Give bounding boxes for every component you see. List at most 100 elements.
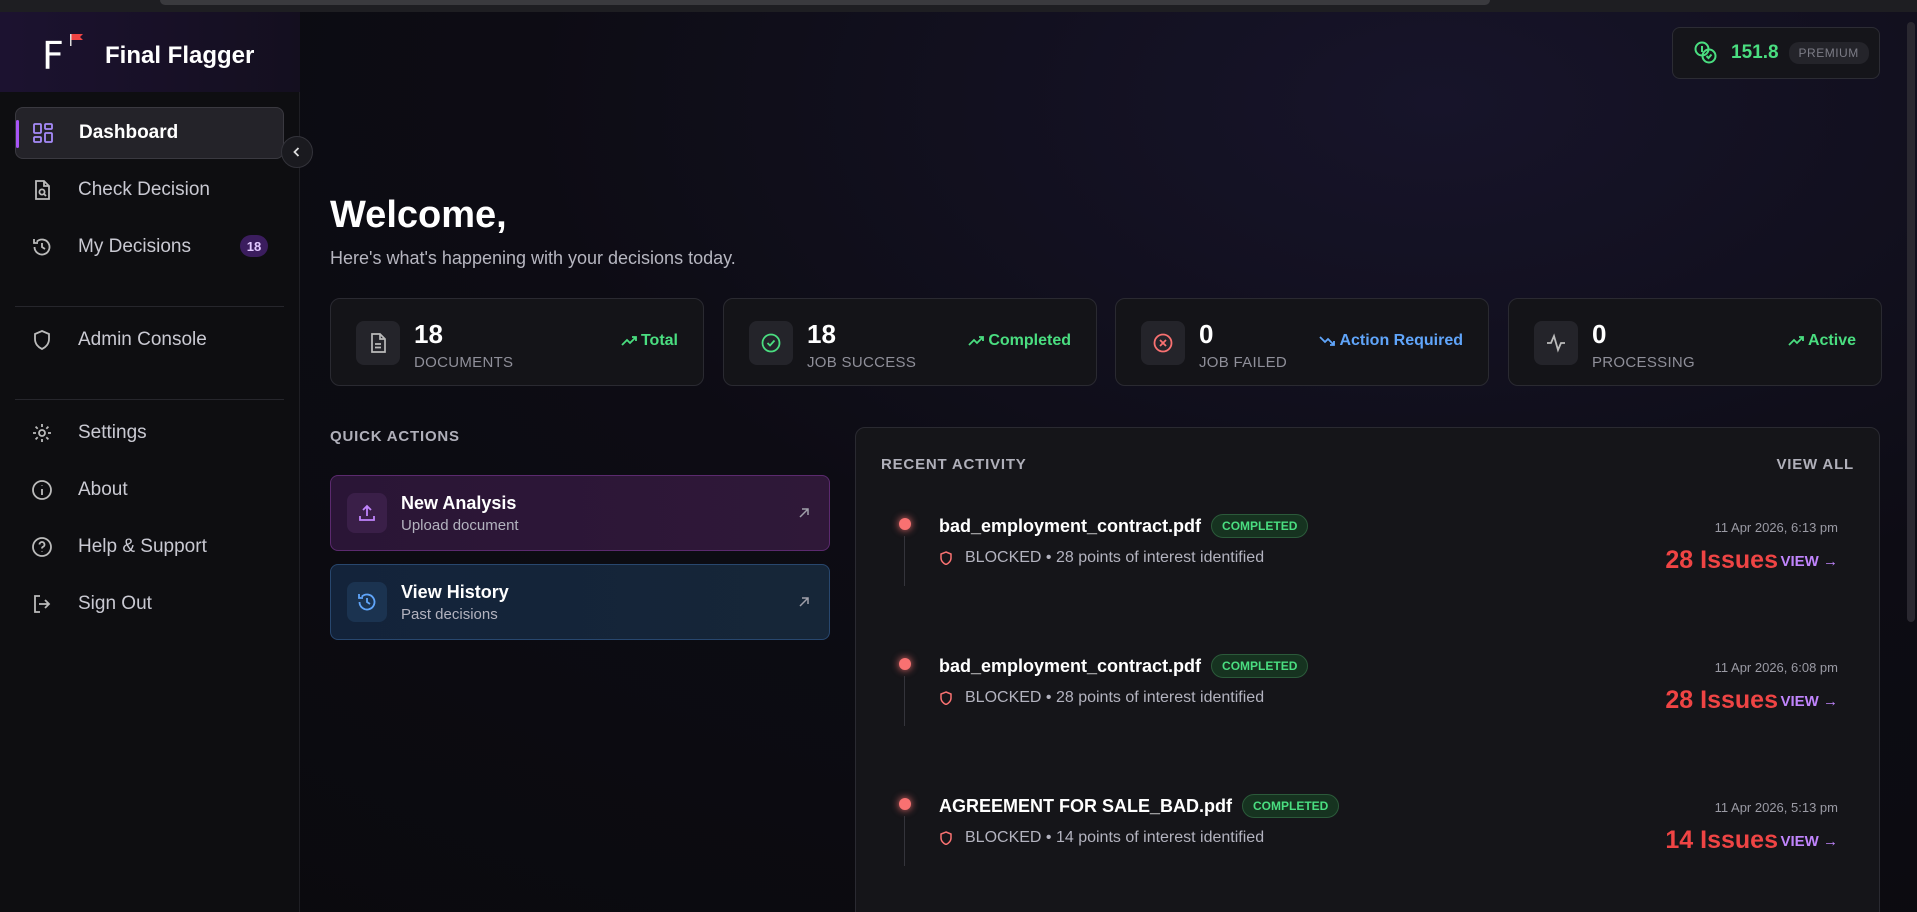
stat-card-job-failed: 0 JOB FAILED Action Required xyxy=(1115,298,1489,386)
activity-item[interactable]: bad_employment_contract.pdf COMPLETED BLO… xyxy=(881,646,1856,786)
check-circle-icon xyxy=(749,321,793,365)
recent-activity-title: RECENT ACTIVITY xyxy=(881,456,1027,473)
timeline-line xyxy=(904,676,905,726)
status-dot xyxy=(899,658,911,670)
sign-out-icon xyxy=(29,591,55,617)
flag-icon xyxy=(70,34,83,46)
sidebar-item-about[interactable]: About xyxy=(15,464,284,516)
view-all-link[interactable]: VIEW ALL xyxy=(1776,456,1854,473)
activity-file: AGREEMENT FOR SALE_BAD.pdf COMPLETED xyxy=(939,794,1340,818)
sidebar-item-label: Admin Console xyxy=(78,329,207,350)
issue-count: 14 Issues xyxy=(1665,826,1778,854)
sidebar-item-label: About xyxy=(78,479,128,500)
activity-item[interactable]: bad_employment_contract.pdf COMPLETED BLO… xyxy=(881,506,1856,646)
stat-caption: JOB SUCCESS xyxy=(807,354,917,371)
stat-trend-label: Completed xyxy=(988,332,1071,349)
sidebar-item-my-decisions[interactable]: My Decisions 18 xyxy=(15,221,284,273)
stat-trend: Completed xyxy=(968,332,1071,350)
quick-action-title: New Analysis xyxy=(401,492,517,513)
dashboard-icon xyxy=(30,120,56,146)
quick-action-subtitle: Past decisions xyxy=(401,605,498,623)
activity-file-name: bad_employment_contract.pdf xyxy=(939,516,1202,536)
timeline-line xyxy=(904,536,905,586)
file-search-icon xyxy=(29,177,55,203)
history-icon xyxy=(29,234,55,260)
activity-file-name: bad_employment_contract.pdf xyxy=(939,656,1202,676)
sidebar-item-label: Sign Out xyxy=(78,593,152,614)
sidebar-item-check-decision[interactable]: Check Decision xyxy=(15,164,284,216)
sidebar-item-label: My Decisions xyxy=(78,236,191,257)
page-subtitle: Here's what's happening with your decisi… xyxy=(330,248,736,268)
status-dot xyxy=(899,518,911,530)
sidebar-item-label: Settings xyxy=(78,422,147,443)
activity-meta: BLOCKED • 28 points of interest identifi… xyxy=(939,549,1264,567)
sidebar-item-label: Check Decision xyxy=(78,179,210,200)
activity-meta: BLOCKED • 14 points of interest identifi… xyxy=(939,829,1264,847)
info-icon xyxy=(29,477,55,503)
page-scrollbar[interactable] xyxy=(1907,22,1915,622)
stat-value: 18 xyxy=(414,319,443,349)
issue-count: 28 Issues xyxy=(1665,546,1778,574)
browser-tab-bar xyxy=(160,0,1490,5)
sidebar-item-label: Help & Support xyxy=(78,536,207,557)
activity-icon xyxy=(1534,321,1578,365)
document-icon xyxy=(356,321,400,365)
sidebar-item-settings[interactable]: Settings xyxy=(15,407,284,459)
trending-up-icon xyxy=(621,336,637,346)
quick-action-subtitle: Upload document xyxy=(401,516,519,534)
activity-meta-text: BLOCKED • 28 points of interest identifi… xyxy=(965,689,1265,706)
stat-trend-label: Active xyxy=(1807,332,1856,349)
status-badge: COMPLETED xyxy=(1211,514,1309,538)
logo-letter: F xyxy=(42,34,64,78)
stat-card-processing: 0 PROCESSING Active xyxy=(1508,298,1882,386)
quick-actions-title: QUICK ACTIONS xyxy=(330,428,460,445)
sidebar-divider xyxy=(15,399,284,400)
arrow-up-right-icon xyxy=(799,508,809,518)
view-link[interactable]: VIEW → xyxy=(1780,833,1838,850)
activity-item[interactable]: AGREEMENT FOR SALE_BAD.pdf COMPLETED BLOC… xyxy=(881,786,1856,912)
activity-meta: BLOCKED • 28 points of interest identifi… xyxy=(939,689,1264,707)
stat-caption: PROCESSING xyxy=(1592,354,1696,371)
sidebar-item-dashboard[interactable]: Dashboard xyxy=(15,107,284,159)
stat-trend-label: Total xyxy=(640,332,678,349)
browser-top-strip xyxy=(0,0,1917,12)
stat-value: 0 xyxy=(1199,319,1214,349)
trending-up-icon xyxy=(968,336,985,346)
activity-timestamp: 11 Apr 2026, 6:08 pm xyxy=(1714,660,1838,675)
stat-trend: Action Required xyxy=(1319,332,1463,350)
shield-icon xyxy=(940,831,952,845)
chevron-left-icon xyxy=(293,147,300,157)
page-title: Welcome, xyxy=(330,194,507,236)
view-link[interactable]: VIEW → xyxy=(1780,693,1838,710)
stat-card-documents: 18 DOCUMENTS Total xyxy=(330,298,704,386)
sidebar: Dashboard Check Decision My Decisions 18… xyxy=(0,92,300,912)
sidebar-item-admin-console[interactable]: Admin Console xyxy=(15,314,284,366)
help-circle-icon xyxy=(29,534,55,560)
new-analysis-card[interactable]: New Analysis Upload document xyxy=(330,475,830,551)
shield-icon xyxy=(29,327,55,353)
shield-icon xyxy=(940,691,952,705)
brand-header: F Final Flagger xyxy=(0,12,300,92)
gear-icon xyxy=(29,420,55,446)
decisions-count-badge: 18 xyxy=(240,235,268,257)
sidebar-item-help-support[interactable]: Help & Support xyxy=(15,521,284,573)
stat-caption: JOB FAILED xyxy=(1199,354,1288,371)
trending-up-icon xyxy=(1788,336,1804,346)
arrow-up-right-icon xyxy=(799,597,809,607)
view-history-card[interactable]: View History Past decisions xyxy=(330,564,830,640)
activity-meta-text: BLOCKED • 28 points of interest identifi… xyxy=(965,549,1265,566)
credits-amount: 151.8 xyxy=(1731,42,1779,63)
activity-file: bad_employment_contract.pdf COMPLETED xyxy=(939,514,1309,538)
upload-icon xyxy=(347,493,387,533)
view-link[interactable]: VIEW → xyxy=(1780,553,1838,570)
sidebar-item-sign-out[interactable]: Sign Out xyxy=(15,578,284,630)
credits-widget[interactable]: 151.8 PREMIUM xyxy=(1672,27,1880,79)
status-badge: COMPLETED xyxy=(1242,794,1340,818)
status-badge: COMPLETED xyxy=(1211,654,1309,678)
sidebar-collapse-button[interactable] xyxy=(281,136,313,168)
app-logo[interactable]: F xyxy=(42,34,83,78)
stat-trend: Active xyxy=(1788,332,1856,350)
status-dot xyxy=(899,798,911,810)
activity-file: bad_employment_contract.pdf COMPLETED xyxy=(939,654,1309,678)
activity-file-name: AGREEMENT FOR SALE_BAD.pdf xyxy=(939,796,1233,816)
